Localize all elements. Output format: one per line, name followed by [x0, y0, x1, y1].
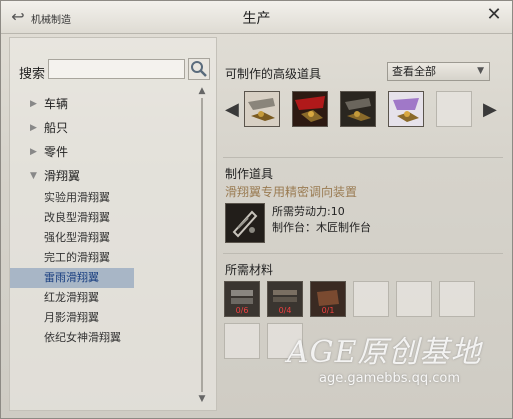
tree-category-vehicles[interactable]: ▶ 车辆: [10, 92, 194, 116]
empty-material-slot: [353, 281, 389, 317]
search-input[interactable]: [48, 59, 185, 79]
empty-material-slot: [439, 281, 475, 317]
advanced-item-slot[interactable]: [340, 91, 376, 127]
tree-item-selected[interactable]: 雷雨滑翔翼: [10, 268, 134, 288]
tree-item[interactable]: 强化型滑翔翼: [10, 228, 194, 248]
crafting-bench: 制作台：木匠制作台: [272, 221, 371, 234]
chevron-down-icon: ▼: [477, 66, 484, 76]
empty-material-slot: [396, 281, 432, 317]
materials-title: 所需材料: [225, 263, 274, 277]
tree-category-label: 零件: [44, 145, 69, 159]
watermark-url: age.gamebbs.qq.com: [319, 371, 461, 386]
filter-dropdown[interactable]: 查看全部 ▼: [387, 62, 490, 81]
production-window: ↩ 机械制造 生产 ✕ 搜索 ▶ 车辆 ▶ 船只 ▶ 零件 ▼ 滑翔翼 实验用滑…: [0, 0, 513, 419]
advanced-item-slot[interactable]: [388, 91, 424, 127]
material-slot[interactable]: 0/4: [267, 281, 303, 317]
device-item-icon: [226, 204, 264, 242]
window-title: 生产: [242, 11, 271, 27]
expanded-arrow-icon: ▼: [30, 171, 37, 181]
tree-category-label: 船只: [44, 121, 69, 135]
craft-item-title: 制作道具: [225, 167, 274, 181]
scroll-up-icon[interactable]: ▲: [197, 86, 207, 96]
tree-category-label: 滑翔翼: [44, 169, 81, 183]
category-panel: 搜索 ▶ 车辆 ▶ 船只 ▶ 零件 ▼ 滑翔翼 实验用滑翔翼 改良型滑翔翼 强化…: [9, 37, 217, 411]
glider-item-icon: [389, 92, 423, 126]
craft-item-name: 滑翔翼专用精密调向装置: [225, 185, 358, 199]
scrollbar[interactable]: ▲ ▼: [196, 86, 208, 404]
scroll-down-icon[interactable]: ▼: [197, 394, 207, 404]
section-divider: [223, 253, 503, 254]
tree-category-parts[interactable]: ▶ 零件: [10, 140, 194, 164]
material-quantity: 0/4: [278, 306, 292, 315]
tree-item[interactable]: 红龙滑翔翼: [10, 288, 194, 308]
collapsed-arrow-icon: ▶: [30, 147, 37, 157]
advanced-item-slot[interactable]: [292, 91, 328, 127]
material-quantity: 0/1: [321, 306, 335, 315]
prev-page-icon[interactable]: ◀: [225, 97, 239, 123]
collapsed-arrow-icon: ▶: [30, 123, 37, 133]
title-bar: ↩ 机械制造 生产 ✕: [1, 1, 512, 34]
search-icon: [191, 61, 207, 77]
glider-item-icon: [293, 92, 327, 126]
tree-item[interactable]: 改良型滑翔翼: [10, 208, 194, 228]
advanced-items-title: 可制作的高级道具: [225, 67, 322, 81]
advanced-item-slot[interactable]: [244, 91, 280, 127]
tree-category-ships[interactable]: ▶ 船只: [10, 116, 194, 140]
scroll-track-line[interactable]: [201, 98, 203, 392]
tree-item[interactable]: 月影滑翔翼: [10, 308, 194, 328]
material-slot[interactable]: 0/1: [310, 281, 346, 317]
empty-item-slot: [436, 91, 472, 127]
tree-item[interactable]: 依纪女神滑翔翼: [10, 328, 194, 348]
collapsed-arrow-icon: ▶: [30, 99, 37, 109]
section-divider: [223, 157, 503, 158]
watermark-logo: AGE原创基地: [287, 335, 482, 370]
tree-category-label: 车辆: [44, 97, 69, 111]
tree-category-gliders[interactable]: ▼ 滑翔翼: [10, 164, 194, 188]
tree-item[interactable]: 实验用滑翔翼: [10, 188, 194, 208]
next-page-icon[interactable]: ▶: [483, 97, 497, 123]
labor-requirement: 所需劳动力:10: [272, 205, 345, 218]
glider-item-icon: [341, 92, 375, 126]
category-tree: ▶ 车辆 ▶ 船只 ▶ 零件 ▼ 滑翔翼 实验用滑翔翼 改良型滑翔翼 强化型滑翔…: [10, 92, 194, 348]
glider-item-icon: [245, 92, 279, 126]
close-icon[interactable]: ✕: [484, 5, 504, 25]
search-label: 搜索: [19, 67, 46, 82]
empty-material-slot: [224, 323, 260, 359]
material-quantity: 0/6: [235, 306, 249, 315]
material-slot[interactable]: 0/6: [224, 281, 260, 317]
filter-value: 查看全部: [392, 65, 436, 78]
tree-item[interactable]: 完工的滑翔翼: [10, 248, 194, 268]
search-button[interactable]: [188, 58, 210, 80]
craft-item-slot[interactable]: [225, 203, 265, 243]
